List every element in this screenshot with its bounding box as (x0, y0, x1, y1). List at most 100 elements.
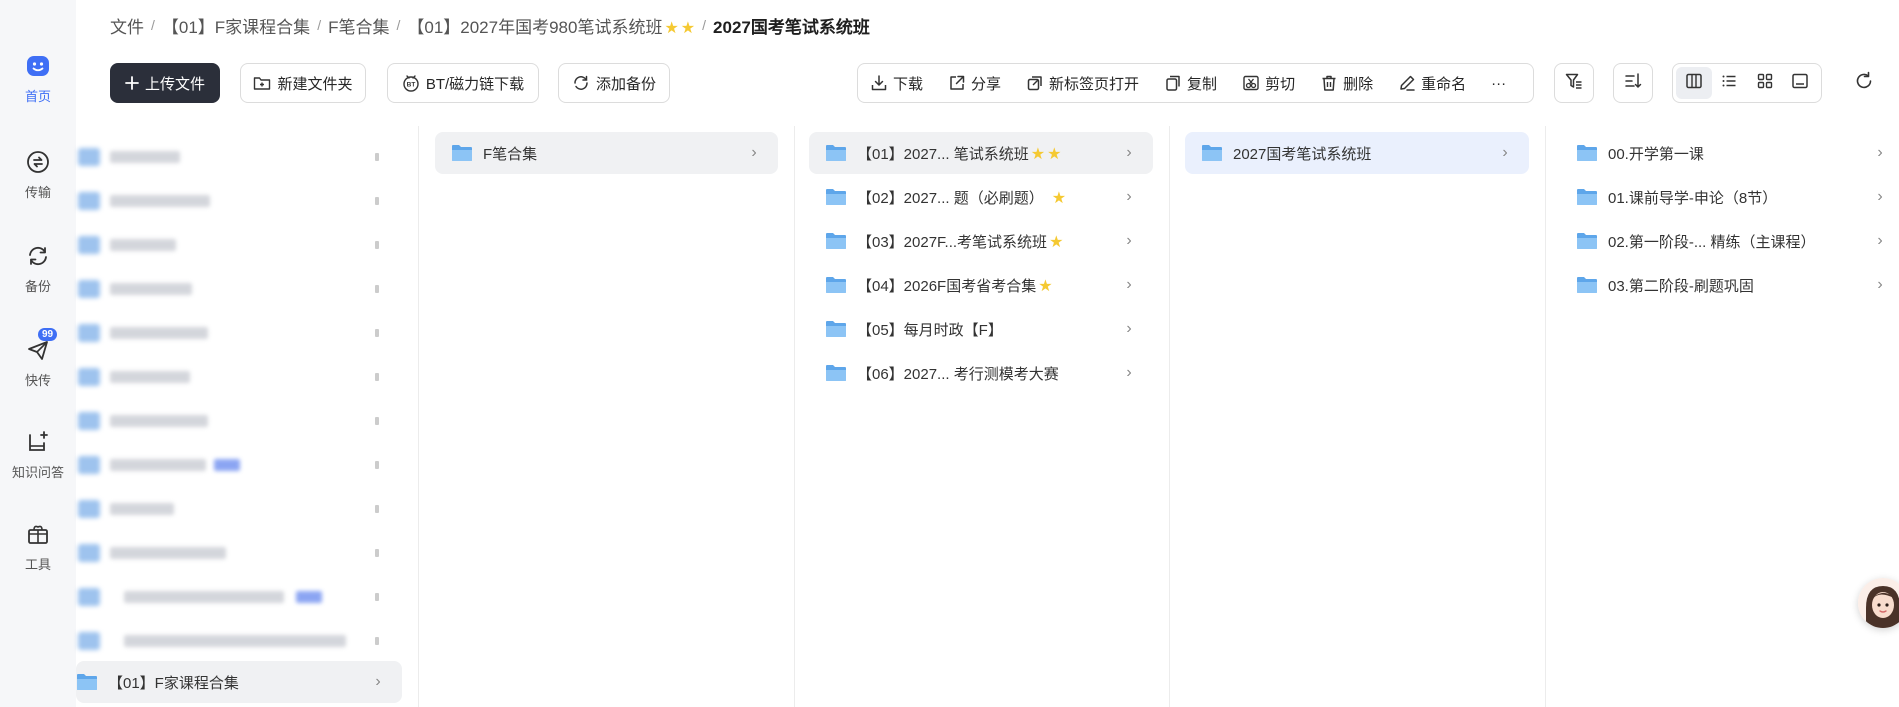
upload-file-button[interactable]: 上传文件 (110, 63, 220, 103)
column-view-button[interactable] (1676, 67, 1712, 99)
chevron-right-icon: › (751, 144, 757, 161)
rail-item-quick-send[interactable]: 99 快传 (0, 328, 76, 406)
delete-button[interactable]: 删除 (1320, 73, 1373, 94)
grid-view-button[interactable] (1747, 67, 1783, 99)
columns-icon (1685, 72, 1703, 95)
copy-button[interactable]: 复制 (1164, 73, 1217, 94)
list-item[interactable]: 00.开学第一课 › (1560, 132, 1899, 174)
share-button[interactable]: 分享 (948, 73, 1001, 94)
blurred-label (110, 283, 192, 295)
preview-icon (1791, 72, 1809, 95)
star-icon: ★ (1051, 189, 1067, 207)
list-item[interactable]: 【03】2027F...考笔试系统班 ★ › (809, 220, 1153, 262)
more-indicator (375, 197, 379, 205)
list-item-blurred[interactable] (76, 532, 401, 574)
rail-item-home[interactable]: 首页 (0, 52, 76, 122)
more-indicator (375, 461, 379, 469)
view-mode-group (1672, 63, 1822, 103)
star-icon: ★ (680, 19, 696, 37)
list-item-blurred[interactable] (76, 180, 401, 222)
folder-icon (1577, 233, 1597, 249)
chevron-right-icon: › (1877, 232, 1883, 249)
list-item-blurred[interactable] (76, 576, 401, 618)
rail-item-tools[interactable]: 工具 (0, 520, 76, 590)
list-item[interactable]: 【05】每月时政【F】 › (809, 308, 1153, 350)
list-item-selected[interactable]: 【01】F家课程合集 › (76, 661, 402, 703)
sort-button[interactable] (1613, 63, 1653, 103)
list-item[interactable]: 02.第一阶段-... 精练（主课程） › (1560, 220, 1899, 262)
blurred-label (110, 195, 210, 207)
open-new-tab-button[interactable]: 新标签页打开 (1026, 73, 1139, 94)
folder-name: 00.开学第一课 (1608, 145, 1704, 163)
list-item-blurred[interactable] (76, 444, 401, 486)
list-item-blurred[interactable] (76, 356, 401, 398)
list-item[interactable]: 【06】2027... 考行测模考大赛 › (809, 352, 1153, 394)
column-4: 2027国考笔试系统班 › (1170, 126, 1545, 707)
download-button[interactable]: 下载 (870, 73, 923, 94)
preview-view-button[interactable] (1783, 67, 1819, 99)
more-indicator (375, 153, 379, 161)
more-actions-button[interactable]: ··· (1491, 75, 1506, 92)
list-view-button[interactable] (1712, 67, 1748, 99)
open-new-tab-label: 新标签页打开 (1049, 75, 1140, 93)
rename-button[interactable]: 重命名 (1398, 73, 1466, 94)
upload-file-label: 上传文件 (144, 75, 205, 93)
rail-item-knowledge-qa[interactable]: 知识问答 (0, 428, 76, 498)
bt-download-label: BT/磁力链下载 (425, 75, 525, 93)
list-item-blurred[interactable] (76, 224, 401, 266)
list-item[interactable]: 【04】2026F国考省考合集 ★ › (809, 264, 1153, 306)
home-icon (24, 52, 52, 80)
folder-name: 【03】2027F...考笔试系统班 ★ (857, 231, 1119, 252)
star-icon: ★ (1049, 233, 1064, 251)
transfer-icon (24, 148, 52, 176)
list-item-selected[interactable]: F笔合集 › (435, 132, 778, 174)
rail-item-transfer[interactable]: 传输 (0, 148, 76, 218)
list-item[interactable]: 03.第二阶段-刷题巩固 › (1560, 264, 1899, 306)
download-icon (870, 74, 888, 92)
refresh-button[interactable] (1852, 71, 1876, 95)
bt-download-button[interactable]: BT BT/磁力链下载 (387, 63, 539, 103)
list-item-blurred[interactable] (76, 400, 401, 442)
list-item-blurred[interactable] (76, 312, 401, 354)
list-item[interactable]: 【02】2027... 题（必刷题） ★ › (809, 176, 1153, 218)
breadcrumb-item[interactable]: 【01】F家课程合集 (162, 13, 310, 38)
column-5: 00.开学第一课 › 01.课前导学-申论（8节） › 02.第一阶段-... … (1546, 126, 1899, 707)
chevron-right-icon: › (1126, 144, 1132, 161)
blurred-label (110, 327, 208, 339)
chevron-right-icon: › (1877, 144, 1883, 161)
breadcrumb-item[interactable]: 【01】2027年国考980笔试系统班 ★ ★ (407, 13, 695, 38)
list-item-blurred[interactable] (76, 488, 401, 530)
share-icon (948, 74, 966, 92)
new-folder-label: 新建文件夹 (277, 75, 353, 93)
list-item-selected[interactable]: 2027国考笔试系统班 › (1185, 132, 1529, 174)
folder-icon (78, 412, 100, 430)
more-indicator (375, 285, 379, 293)
add-backup-button[interactable]: 添加备份 (558, 63, 670, 103)
folder-name-text: 【03】2027F...考笔试系统班 (857, 233, 1048, 251)
folder-name: 【04】2026F国考省考合集 ★ (857, 275, 1119, 296)
list-item-selected[interactable]: 【01】2027... 笔试系统班 ★ ★ › (809, 132, 1153, 174)
cut-button[interactable]: 剪切 (1242, 73, 1295, 94)
folder-icon (826, 233, 846, 249)
rail-item-backup[interactable]: 备份 (0, 242, 76, 312)
quick-send-icon: 99 (24, 328, 58, 364)
folder-icon (78, 148, 100, 166)
new-folder-button[interactable]: 新建文件夹 (240, 63, 366, 103)
list-item-blurred[interactable] (76, 268, 401, 310)
refresh-icon (1854, 71, 1874, 96)
folder-icon (826, 365, 846, 381)
blurred-label (110, 239, 176, 251)
breadcrumb-item[interactable]: F笔合集 (328, 13, 389, 38)
list-item-blurred[interactable] (76, 136, 401, 178)
list-item-blurred[interactable] (76, 620, 401, 662)
delete-label: 删除 (1343, 75, 1374, 93)
list-item[interactable]: 01.课前导学-申论（8节） › (1560, 176, 1899, 218)
copy-icon (1164, 74, 1182, 92)
folder-icon (78, 192, 100, 210)
blurred-label (110, 459, 206, 471)
breadcrumb-root[interactable]: 文件 (110, 13, 144, 38)
filter-button[interactable] (1554, 63, 1594, 103)
sort-icon (1623, 71, 1643, 96)
breadcrumb-item-label: 【01】2027年国考980笔试系统班 (407, 17, 663, 37)
list-icon (1720, 72, 1738, 95)
